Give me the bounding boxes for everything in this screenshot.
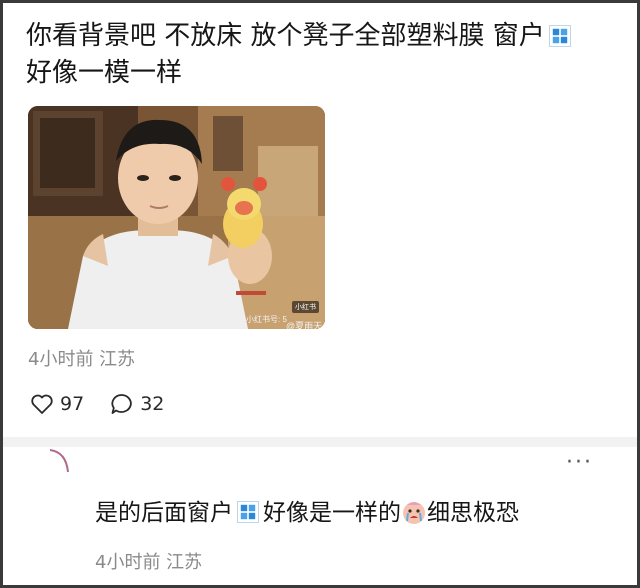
post-text-line2: 好像一模一样 bbox=[26, 58, 183, 88]
photo-scene bbox=[28, 106, 325, 329]
reply-text-part3: 细思极恐 bbox=[427, 500, 519, 526]
watermark-id: 小红书号: 5 bbox=[246, 315, 287, 324]
post-text-line1: 你看背景吧 不放床 放个凳子全部塑料膜 窗户 bbox=[26, 21, 545, 51]
reply-meta: 4小时前 江苏 bbox=[95, 552, 203, 573]
post-text: 你看背景吧 不放床 放个凳子全部塑料膜 窗户 好像一模一样 bbox=[26, 18, 616, 92]
post-meta: 4小时前 江苏 bbox=[28, 349, 136, 370]
crying-face-emoji bbox=[401, 499, 427, 525]
heart-icon bbox=[31, 394, 53, 414]
post-photo[interactable]: 小红书 小红书号: 5 @夏雨天 bbox=[28, 106, 325, 329]
more-options-button[interactable]: ··· bbox=[566, 452, 593, 474]
post-actions: 97 32 bbox=[30, 390, 190, 418]
comment-icon bbox=[111, 394, 132, 414]
like-button[interactable]: 97 bbox=[30, 393, 84, 415]
reply-text-part1: 是的后面窗户 bbox=[95, 500, 233, 526]
reply-text-part2: 好像是一样的 bbox=[263, 500, 401, 526]
like-count: 97 bbox=[60, 393, 85, 415]
section-divider bbox=[3, 437, 637, 447]
watermark-weibo: @夏雨天 bbox=[286, 321, 323, 329]
avatar[interactable] bbox=[44, 446, 74, 476]
comment-button[interactable]: 32 bbox=[110, 393, 164, 415]
window-icon bbox=[548, 25, 571, 47]
comment-count: 32 bbox=[140, 393, 165, 415]
reply-text: 是的后面窗户 好像是一样的 细思极恐 bbox=[95, 496, 519, 530]
watermark-badge: 小红书 bbox=[292, 301, 319, 313]
window-icon bbox=[237, 501, 259, 523]
